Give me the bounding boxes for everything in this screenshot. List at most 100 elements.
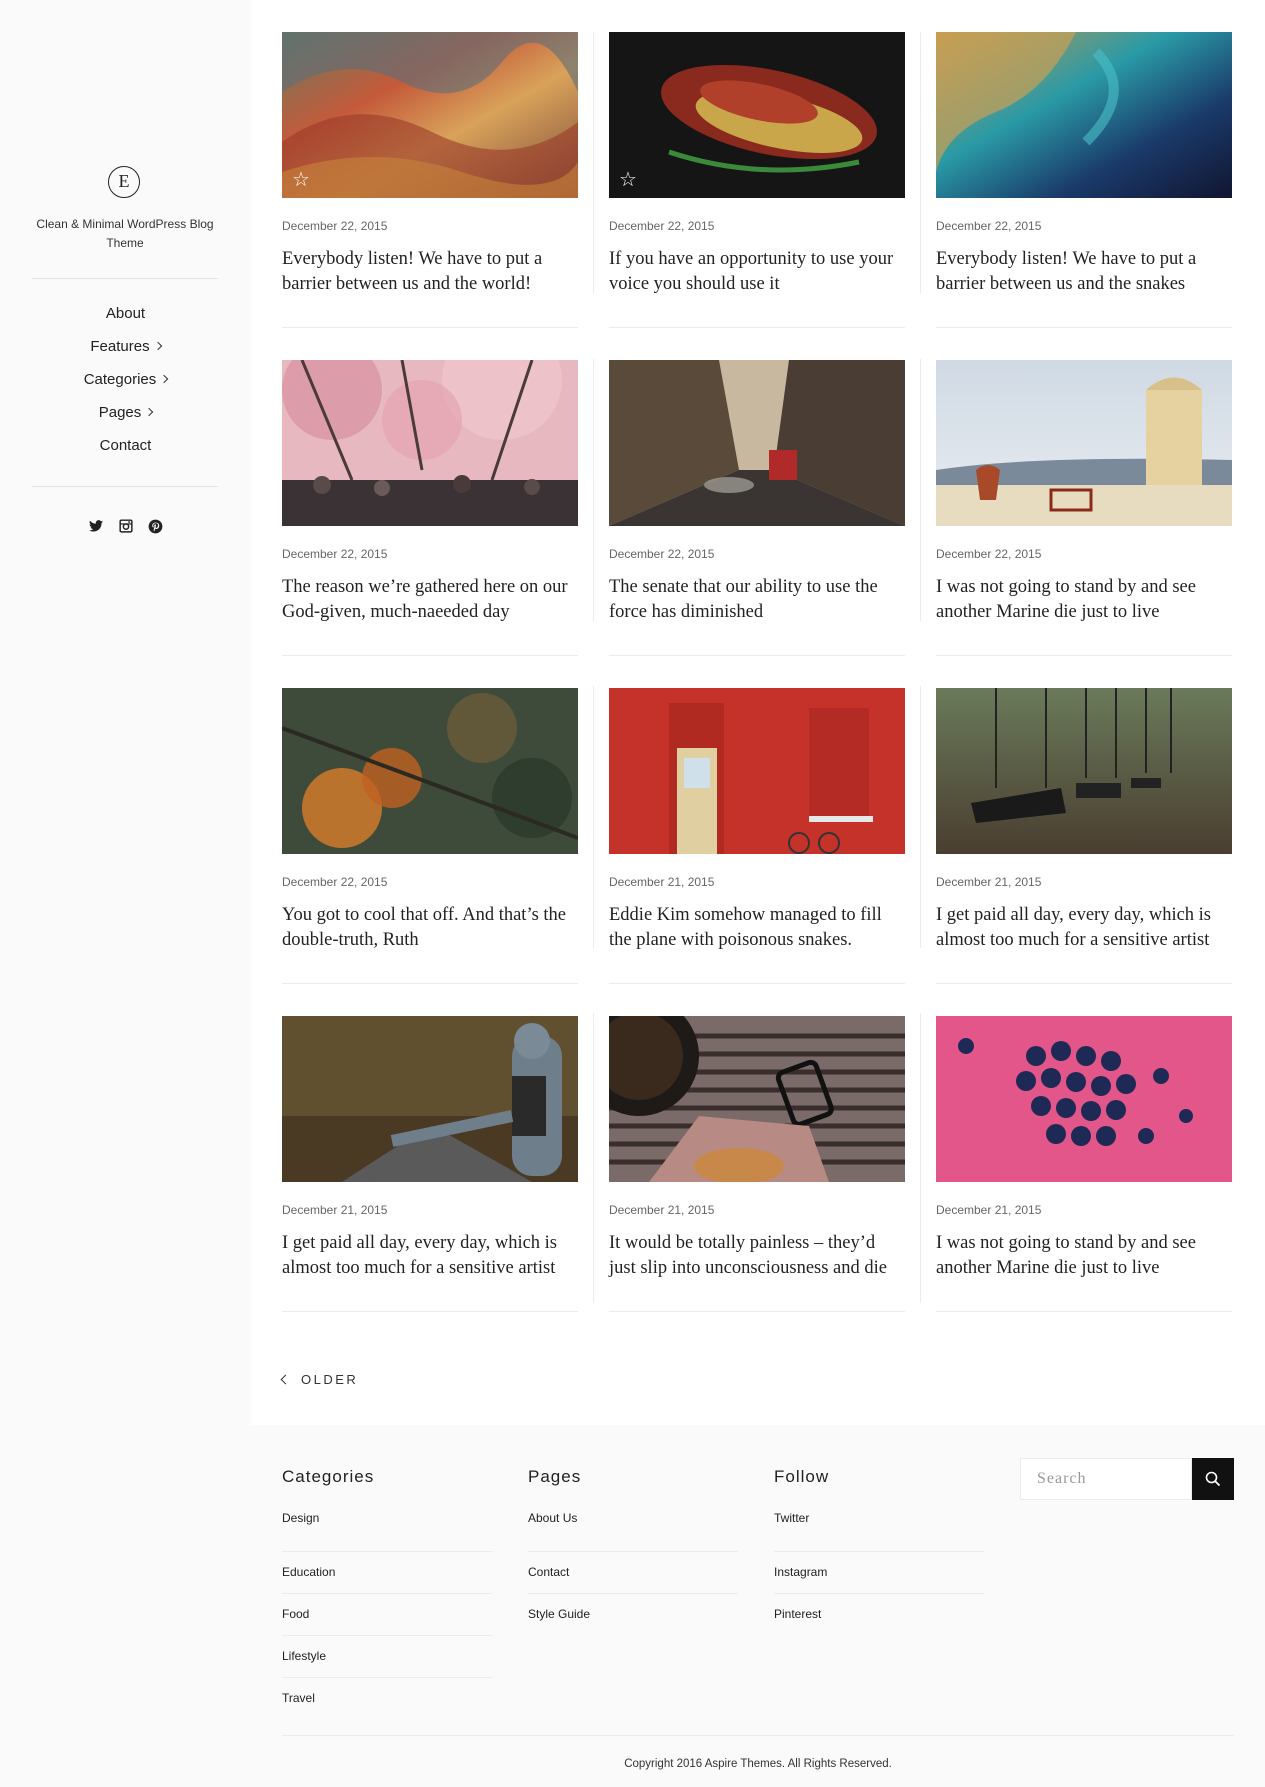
- post-card[interactable]: December 21, 2015 Eddie Kim somehow mana…: [609, 688, 905, 984]
- post-card[interactable]: December 21, 2015 I get paid all day, ev…: [936, 688, 1232, 984]
- footer-divider: [282, 1735, 1234, 1736]
- column-divider: [593, 32, 594, 294]
- post-thumbnail[interactable]: ☆: [282, 32, 578, 198]
- post-title[interactable]: It would be totally painless – they’d ju…: [609, 1231, 905, 1281]
- column-divider: [920, 686, 921, 948]
- post-date: December 22, 2015: [282, 219, 388, 233]
- sidebar-item-features[interactable]: Features: [0, 336, 251, 369]
- post-title[interactable]: Everybody listen! We have to put a barri…: [282, 247, 578, 297]
- footer-heading: Categories: [282, 1467, 375, 1486]
- post-date: December 22, 2015: [936, 547, 1042, 561]
- post-thumbnail[interactable]: [282, 688, 578, 854]
- footer-pages: Pages About Us Contact Style Guide: [528, 1467, 738, 1636]
- footer-categories: Categories Design Education Food Lifesty…: [282, 1467, 492, 1720]
- sidebar-item-pages[interactable]: Pages: [0, 402, 251, 435]
- sidebar-item-contact[interactable]: Contact: [0, 435, 251, 468]
- post-card[interactable]: December 21, 2015 It would be totally pa…: [609, 1016, 905, 1312]
- footer-follow: Follow Twitter Instagram Pinterest: [774, 1467, 984, 1636]
- post-date: December 22, 2015: [609, 219, 715, 233]
- post-thumbnail[interactable]: [282, 1016, 578, 1182]
- chevron-right-icon: [145, 407, 154, 417]
- post-date: December 21, 2015: [936, 1203, 1042, 1217]
- footer-link[interactable]: Design: [282, 1511, 492, 1552]
- site-logo[interactable]: E: [108, 166, 140, 198]
- site-tagline: Clean & Minimal WordPress Blog Theme: [36, 217, 214, 250]
- search-button[interactable]: [1192, 1458, 1234, 1500]
- footer-link[interactable]: Instagram: [774, 1552, 984, 1594]
- instagram-icon[interactable]: [118, 518, 134, 534]
- post-date: December 21, 2015: [282, 1203, 388, 1217]
- post-date: December 21, 2015: [936, 875, 1042, 889]
- footer-heading: Follow: [774, 1467, 830, 1486]
- column-divider: [593, 1013, 594, 1303]
- footer-link[interactable]: Pinterest: [774, 1594, 984, 1636]
- footer-link[interactable]: Twitter: [774, 1511, 984, 1552]
- sidebar-item-label: Categories: [83, 371, 157, 388]
- post-card[interactable]: December 22, 2015 You got to cool that o…: [282, 688, 578, 984]
- post-date: December 22, 2015: [936, 219, 1042, 233]
- post-card[interactable]: December 21, 2015 I get paid all day, ev…: [282, 1016, 578, 1312]
- column-divider: [593, 359, 594, 621]
- footer-link[interactable]: About Us: [528, 1511, 738, 1552]
- twitter-icon[interactable]: [88, 518, 104, 534]
- chevron-left-icon: [280, 1374, 291, 1385]
- post-card[interactable]: December 21, 2015 I was not going to sta…: [936, 1016, 1232, 1312]
- post-thumbnail[interactable]: [936, 688, 1232, 854]
- featured-star-icon: ☆: [292, 169, 310, 191]
- sidebar-item-categories[interactable]: Categories: [0, 369, 251, 402]
- footer-link[interactable]: Contact: [528, 1552, 738, 1594]
- post-date: December 21, 2015: [609, 1203, 715, 1217]
- footer-link[interactable]: Travel: [282, 1678, 492, 1720]
- post-title[interactable]: I get paid all day, every day, which is …: [936, 903, 1232, 953]
- post-card[interactable]: December 22, 2015 I was not going to sta…: [936, 360, 1232, 656]
- copyright: Copyright 2016 Aspire Themes. All Rights…: [624, 1758, 892, 1770]
- post-title[interactable]: The reason we’re gathered here on our Go…: [282, 575, 578, 625]
- post-thumbnail[interactable]: [609, 1016, 905, 1182]
- sidebar-nav: About Features Categories Pages Contact: [0, 303, 251, 468]
- post-card[interactable]: December 22, 2015 The reason we’re gathe…: [282, 360, 578, 656]
- post-thumbnail[interactable]: [936, 1016, 1232, 1182]
- post-title[interactable]: I get paid all day, every day, which is …: [282, 1231, 578, 1281]
- post-date: December 22, 2015: [282, 875, 388, 889]
- older-posts-link[interactable]: OLDER: [280, 1372, 358, 1387]
- sidebar-item-label: Pages: [98, 404, 142, 421]
- sidebar-item-about[interactable]: About: [0, 303, 251, 336]
- post-title[interactable]: I was not going to stand by and see anot…: [936, 1231, 1232, 1281]
- footer-search: [1020, 1458, 1234, 1500]
- social-links: [0, 518, 251, 534]
- search-icon: [1205, 1471, 1221, 1487]
- post-thumbnail[interactable]: [936, 32, 1232, 198]
- column-divider: [920, 32, 921, 294]
- post-title[interactable]: Eddie Kim somehow managed to fill the pl…: [609, 903, 905, 953]
- search-input[interactable]: [1020, 1458, 1192, 1500]
- post-thumbnail[interactable]: ☆: [609, 32, 905, 198]
- post-card[interactable]: ☆ December 22, 2015 Everybody listen! We…: [282, 32, 578, 328]
- post-title[interactable]: Everybody listen! We have to put a barri…: [936, 247, 1232, 297]
- footer-heading: Pages: [528, 1467, 582, 1486]
- featured-star-icon: ☆: [619, 169, 637, 191]
- post-title[interactable]: You got to cool that off. And that’s the…: [282, 903, 578, 953]
- footer: Categories Design Education Food Lifesty…: [251, 1425, 1265, 1787]
- chevron-right-icon: [153, 341, 162, 351]
- post-title[interactable]: The senate that our ability to use the f…: [609, 575, 905, 625]
- footer-link[interactable]: Lifestyle: [282, 1636, 492, 1678]
- footer-link[interactable]: Food: [282, 1594, 492, 1636]
- post-thumbnail[interactable]: [936, 360, 1232, 526]
- pinterest-icon[interactable]: [148, 518, 164, 534]
- sidebar-item-label: About: [105, 305, 146, 322]
- post-card[interactable]: ☆ December 22, 2015 If you have an oppor…: [609, 32, 905, 328]
- footer-link[interactable]: Education: [282, 1552, 492, 1594]
- post-date: December 22, 2015: [609, 547, 715, 561]
- post-card[interactable]: December 22, 2015 The senate that our ab…: [609, 360, 905, 656]
- column-divider: [920, 1013, 921, 1303]
- post-card[interactable]: December 22, 2015 Everybody listen! We h…: [936, 32, 1232, 328]
- post-thumbnail[interactable]: [609, 360, 905, 526]
- post-thumbnail[interactable]: [609, 688, 905, 854]
- sidebar-divider: [32, 486, 218, 487]
- post-date: December 22, 2015: [282, 547, 388, 561]
- post-title[interactable]: If you have an opportunity to use your v…: [609, 247, 905, 297]
- post-grid: ☆ December 22, 2015 Everybody listen! We…: [282, 32, 1233, 1312]
- post-thumbnail[interactable]: [282, 360, 578, 526]
- footer-link[interactable]: Style Guide: [528, 1594, 738, 1636]
- post-title[interactable]: I was not going to stand by and see anot…: [936, 575, 1232, 625]
